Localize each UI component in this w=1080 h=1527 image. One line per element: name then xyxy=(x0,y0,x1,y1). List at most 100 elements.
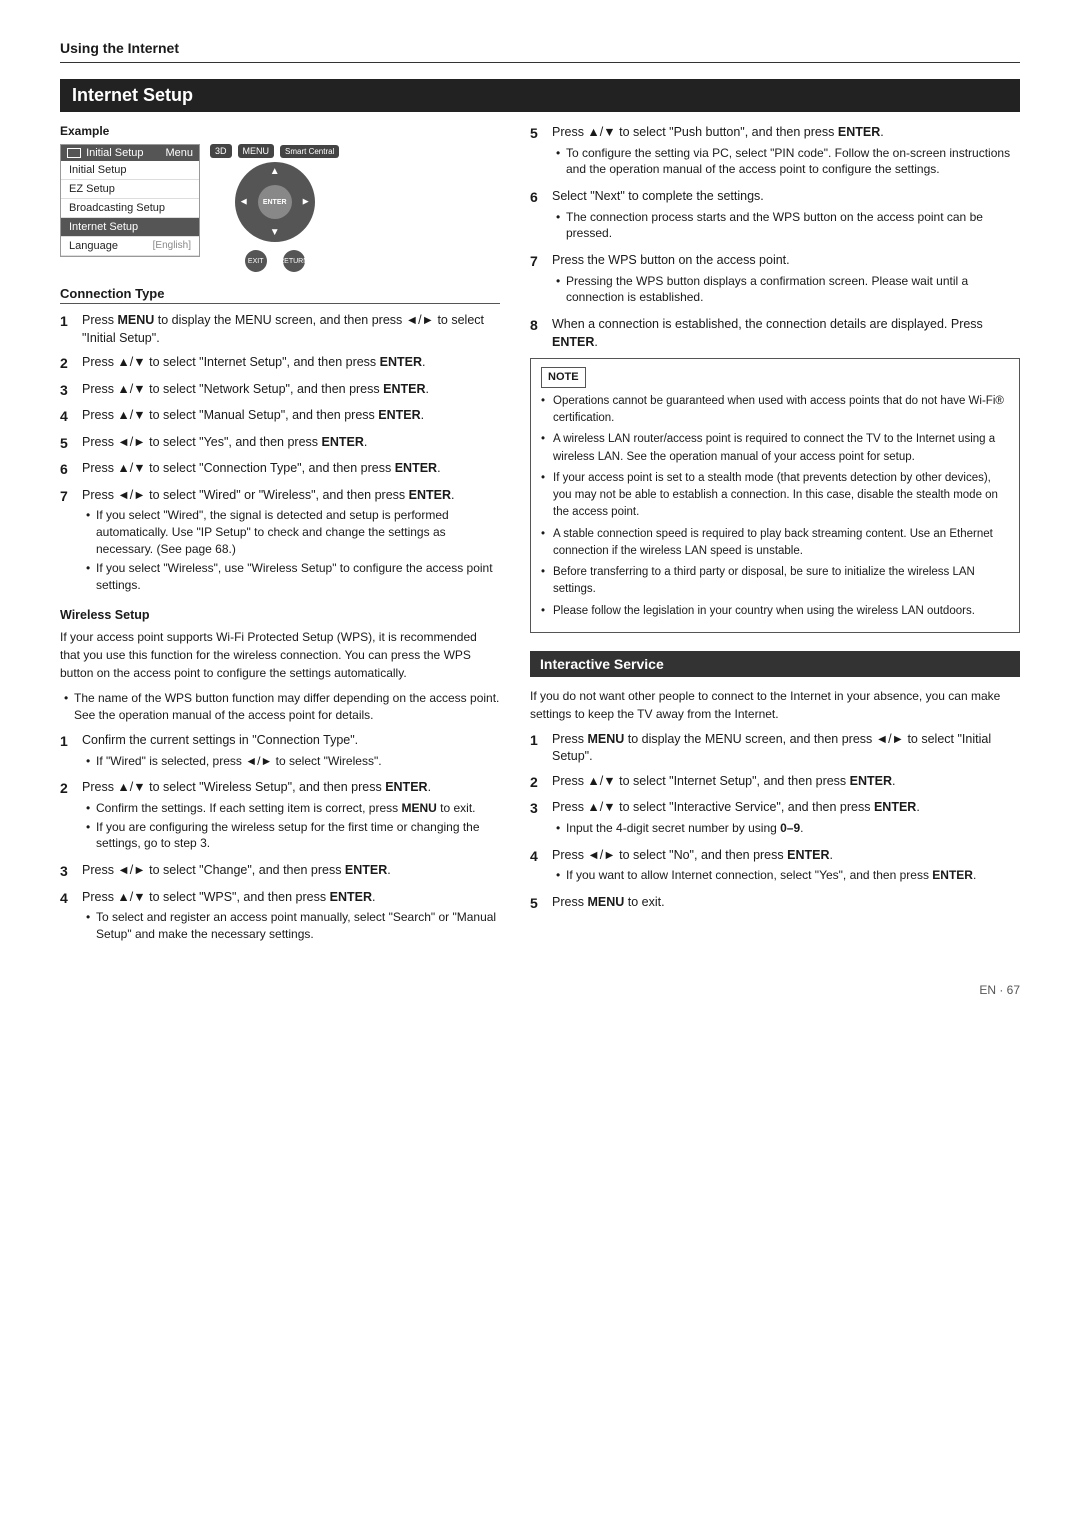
page-wrapper: Using the Internet Internet Setup Exampl… xyxy=(60,40,1020,997)
step-is-content-5: Press MENU to exit. xyxy=(552,894,1020,914)
menu-item-broadcasting-setup: Broadcasting Setup xyxy=(61,199,199,218)
step-is-2: 2 Press ▲/▼ to select "Internet Setup", … xyxy=(530,773,1020,793)
step-ct-3: 3 Press ▲/▼ to select "Network Setup", a… xyxy=(60,381,500,401)
step-r-7: 7 Press the WPS button on the access poi… xyxy=(530,252,1020,309)
step-ws-num-4: 4 xyxy=(60,889,78,946)
step-is-4: 4 Press ◄/► to select "No", and then pre… xyxy=(530,847,1020,887)
step-content-4: Press ▲/▼ to select "Manual Setup", and … xyxy=(82,407,500,427)
step-is-num-3: 3 xyxy=(530,799,548,839)
interactive-service-intro: If you do not want other people to conne… xyxy=(530,687,1020,723)
step-is-4-bullets: If you want to allow Internet connection… xyxy=(552,867,1020,884)
nav-left-arrow: ◄ xyxy=(239,197,249,208)
interactive-service-title: Interactive Service xyxy=(530,651,1020,677)
step-is-num-2: 2 xyxy=(530,773,548,793)
right-column: 5 Press ▲/▼ to select "Push button", and… xyxy=(530,124,1020,953)
step-ws-num-1: 1 xyxy=(60,732,78,772)
example-label: Example xyxy=(60,124,500,138)
step-content-5: Press ◄/► to select "Yes", and then pres… xyxy=(82,434,500,454)
two-column-layout: Example Initial Setup Menu Initial Setup… xyxy=(60,124,1020,953)
step-ws-1-bullet-1: If "Wired" is selected, press ◄/► to sel… xyxy=(96,753,500,770)
step-r-6-bullet-1: The connection process starts and the WP… xyxy=(566,209,1020,243)
step-r-7-bullets: Pressing the WPS button displays a confi… xyxy=(552,273,1020,307)
step-is-content-1: Press MENU to display the MENU screen, a… xyxy=(552,731,1020,766)
step-is-content-3: Press ▲/▼ to select "Interactive Service… xyxy=(552,799,1020,839)
bullet-wired: If you select "Wired", the signal is det… xyxy=(96,507,500,557)
exit-btn: EXIT xyxy=(245,250,267,272)
wireless-setup-steps: 1 Confirm the current settings in "Conne… xyxy=(60,732,500,946)
step-is-3: 3 Press ▲/▼ to select "Interactive Servi… xyxy=(530,799,1020,839)
step-num-5: 5 xyxy=(60,434,78,454)
step-is-num-5: 5 xyxy=(530,894,548,914)
step-ct-7-bullets: If you select "Wired", the signal is det… xyxy=(82,507,500,593)
step-is-num-1: 1 xyxy=(530,731,548,766)
note-list: Operations cannot be guaranteed when use… xyxy=(541,393,1009,620)
menu-item-initial-setup: Initial Setup xyxy=(61,161,199,180)
step-ws-2-bullet-1: Confirm the settings. If each setting it… xyxy=(96,800,500,817)
note-item-6: Please follow the legislation in your co… xyxy=(541,603,1009,620)
step-r-num-6: 6 xyxy=(530,188,548,245)
step-num-6: 6 xyxy=(60,460,78,480)
return-btn: RETURN xyxy=(283,250,305,272)
step-r-5-bullet-1: To configure the setting via PC, select … xyxy=(566,145,1020,179)
step-ws-1-bullets: If "Wired" is selected, press ◄/► to sel… xyxy=(82,753,500,770)
step-ct-4: 4 Press ▲/▼ to select "Manual Setup", an… xyxy=(60,407,500,427)
step-r-num-8: 8 xyxy=(530,316,548,351)
step-r-content-8: When a connection is established, the co… xyxy=(552,316,1020,351)
main-section-title: Internet Setup xyxy=(60,79,1020,112)
step-is-3-bullet-1: Input the 4-digit secret number by using… xyxy=(566,820,1020,837)
nav-right-arrow: ► xyxy=(301,197,311,208)
step-ws-num-2: 2 xyxy=(60,779,78,855)
step-is-3-bullets: Input the 4-digit secret number by using… xyxy=(552,820,1020,837)
step-r-5-bullets: To configure the setting via PC, select … xyxy=(552,145,1020,179)
wireless-setup-title: Wireless Setup xyxy=(60,608,500,622)
step-r-content-7: Press the WPS button on the access point… xyxy=(552,252,1020,309)
step-ws-content-4: Press ▲/▼ to select "WPS", and then pres… xyxy=(82,889,500,946)
remote-bottom-buttons: EXIT RETURN xyxy=(245,250,305,272)
step-ws-num-3: 3 xyxy=(60,862,78,882)
menu-header-right: Menu xyxy=(165,147,193,159)
step-num-3: 3 xyxy=(60,381,78,401)
menu-item-language: Language [English] xyxy=(61,237,199,256)
menu-item-internet-setup: Internet Setup xyxy=(61,218,199,237)
step-num-1: 1 xyxy=(60,312,78,347)
step-r-content-6: Select "Next" to complete the settings. … xyxy=(552,188,1020,245)
menu-box-header: Initial Setup Menu xyxy=(61,145,199,161)
note-item-1: Operations cannot be guaranteed when use… xyxy=(541,393,1009,428)
nav-down-arrow: ▼ xyxy=(270,227,280,238)
step-ws-4: 4 Press ▲/▼ to select "WPS", and then pr… xyxy=(60,889,500,946)
step-content-1: Press MENU to display the MENU screen, a… xyxy=(82,312,500,347)
step-num-7: 7 xyxy=(60,487,78,596)
menu-diagram: Initial Setup Menu Initial Setup EZ Setu… xyxy=(60,144,500,272)
step-num-2: 2 xyxy=(60,354,78,374)
btn-3d: 3D xyxy=(210,144,232,158)
step-r-6-bullets: The connection process starts and the WP… xyxy=(552,209,1020,243)
step-is-5: 5 Press MENU to exit. xyxy=(530,894,1020,914)
note-item-4: A stable connection speed is required to… xyxy=(541,526,1009,561)
step-ct-7: 7 Press ◄/► to select "Wired" or "Wirele… xyxy=(60,487,500,596)
btn-menu: MENU xyxy=(238,144,275,158)
wireless-setup-note-bullets: The name of the WPS button function may … xyxy=(60,690,500,724)
step-ws-content-2: Press ▲/▼ to select "Wireless Setup", an… xyxy=(82,779,500,855)
bullet-wireless: If you select "Wireless", use "Wireless … xyxy=(96,560,500,594)
remote-top-buttons: 3D MENU Smart Central xyxy=(210,144,339,158)
step-r-content-5: Press ▲/▼ to select "Push button", and t… xyxy=(552,124,1020,181)
step-ws-1: 1 Confirm the current settings in "Conne… xyxy=(60,732,500,772)
tv-icon xyxy=(67,148,81,158)
wireless-setup-note-1: The name of the WPS button function may … xyxy=(74,690,500,724)
menu-header-icon: Initial Setup xyxy=(67,147,144,159)
step-r-8: 8 When a connection is established, the … xyxy=(530,316,1020,351)
nav-up-arrow: ▲ xyxy=(270,166,280,177)
note-title-text: NOTE xyxy=(541,367,586,388)
step-is-num-4: 4 xyxy=(530,847,548,887)
page-number: EN · 67 xyxy=(60,983,1020,997)
step-r-num-7: 7 xyxy=(530,252,548,309)
right-steps: 5 Press ▲/▼ to select "Push button", and… xyxy=(530,124,1020,351)
connection-type-title: Connection Type xyxy=(60,286,500,304)
step-content-3: Press ▲/▼ to select "Network Setup", and… xyxy=(82,381,500,401)
step-is-1: 1 Press MENU to display the MENU screen,… xyxy=(530,731,1020,766)
step-r-num-5: 5 xyxy=(530,124,548,181)
step-is-content-4: Press ◄/► to select "No", and then press… xyxy=(552,847,1020,887)
step-ct-6: 6 Press ▲/▼ to select "Connection Type",… xyxy=(60,460,500,480)
step-ct-1: 1 Press MENU to display the MENU screen,… xyxy=(60,312,500,347)
step-r-7-bullet-1: Pressing the WPS button displays a confi… xyxy=(566,273,1020,307)
